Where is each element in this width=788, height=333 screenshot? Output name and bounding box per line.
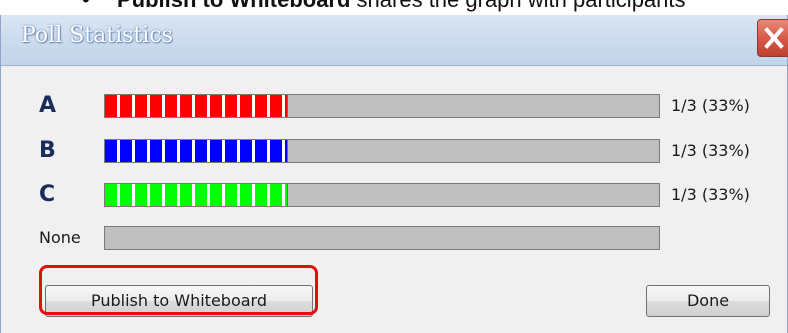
option-none-label: None xyxy=(39,228,81,247)
title-bar: Poll Statistics xyxy=(1,15,788,66)
option-c-label: C xyxy=(39,182,56,207)
option-c-count: 1/3 (33%) xyxy=(671,185,750,204)
option-a-count: 1/3 (33%) xyxy=(671,96,750,115)
document-bullet-text: • Publish to Whiteboard shares the graph… xyxy=(0,0,788,15)
publish-button-highlight xyxy=(39,265,318,315)
close-button[interactable] xyxy=(757,19,788,57)
done-button[interactable]: Done xyxy=(646,285,770,317)
bullet-term-bold: Publish to Whiteboard xyxy=(117,0,350,12)
window-title: Poll Statistics xyxy=(21,23,173,48)
bullet-glyph: • xyxy=(82,0,90,13)
option-a-bar xyxy=(104,94,660,118)
option-b-bar xyxy=(104,139,660,163)
bullet-term: Publish to Whiteboard shares the graph w… xyxy=(117,0,686,13)
option-none-bar xyxy=(104,226,660,250)
option-b-count: 1/3 (33%) xyxy=(671,141,750,160)
close-icon xyxy=(764,27,784,49)
option-c-bar xyxy=(104,183,660,207)
option-c-bar-fill xyxy=(105,184,288,206)
option-a-bar-fill xyxy=(105,95,288,117)
option-a-label: A xyxy=(39,93,57,118)
option-b-label: B xyxy=(39,138,56,163)
option-b-bar-fill xyxy=(105,140,288,162)
bullet-description: shares the graph with participants xyxy=(350,0,686,12)
